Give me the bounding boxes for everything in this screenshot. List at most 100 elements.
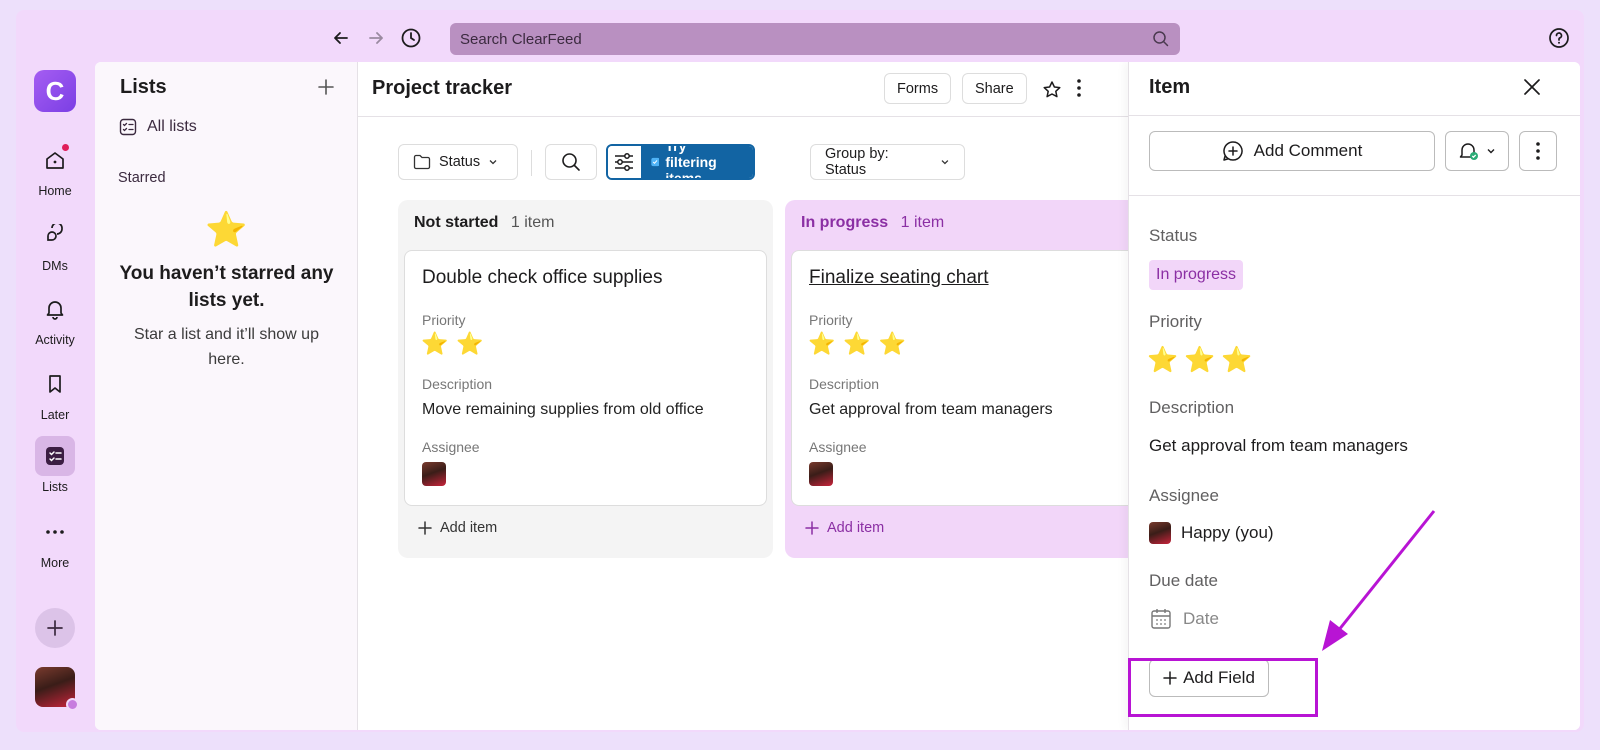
description-label: Description: [1149, 398, 1235, 417]
notification-settings-button[interactable]: [1445, 131, 1509, 171]
rail-item-lists[interactable]: Lists: [16, 436, 94, 494]
search-bar[interactable]: Search ClearFeed: [450, 23, 1180, 55]
back-arrow-icon[interactable]: [329, 26, 353, 50]
top-bar: Search ClearFeed: [0, 0, 1600, 60]
priority-stars: ⭐⭐: [421, 331, 492, 356]
history-clock-icon[interactable]: [399, 26, 423, 50]
description-value: Get approval from team managers: [809, 401, 1053, 418]
add-field-label: Add Field: [1183, 668, 1255, 687]
pane-divider: [1129, 195, 1580, 196]
item-card[interactable]: Finalize seating chart Priority ⭐⭐⭐ Desc…: [791, 250, 1151, 506]
board-area: Project tracker Forms Share Status Try f…: [358, 62, 1151, 730]
help-icon[interactable]: [1548, 27, 1570, 54]
rail-label-home: Home: [38, 184, 72, 198]
chevron-down-icon: [941, 160, 949, 165]
sliders-icon: [615, 153, 634, 171]
pane-divider: [1129, 115, 1580, 116]
assignee-field[interactable]: Happy (you): [1149, 522, 1274, 544]
rail-item-dms[interactable]: DMs: [16, 215, 94, 273]
status-badge[interactable]: In progress: [1149, 260, 1244, 290]
card-title: Finalize seating chart: [809, 267, 989, 288]
plus-icon: [318, 79, 334, 95]
priority-label: Priority: [422, 312, 466, 328]
more-options-button[interactable]: [1519, 131, 1557, 171]
item-card[interactable]: Double check office supplies Priority ⭐⭐…: [404, 250, 767, 506]
main-panel: Lists All lists Starred ⭐ You haven’t st…: [95, 62, 1580, 730]
lists-title: Lists: [120, 76, 167, 98]
add-item-button[interactable]: Add item: [805, 520, 884, 536]
create-new-button[interactable]: [35, 608, 75, 648]
try-filtering-label: Try filtering items: [665, 144, 717, 180]
due-date-field[interactable]: Date: [1149, 607, 1219, 631]
rail-item-home[interactable]: Home: [16, 140, 94, 198]
sparkle-filter-icon: [650, 157, 660, 167]
rail-label-later: Later: [40, 408, 70, 422]
share-button[interactable]: Share: [962, 73, 1027, 104]
priority-stars[interactable]: ⭐⭐⭐: [1147, 346, 1258, 375]
notification-dot: [62, 144, 69, 151]
forms-button[interactable]: Forms: [884, 73, 952, 104]
column-header: In progress 1 item: [801, 214, 944, 232]
new-list-button[interactable]: [317, 72, 335, 103]
search-placeholder: Search ClearFeed: [460, 30, 582, 48]
rail-item-activity[interactable]: Activity: [16, 289, 94, 347]
due-date-label: Due date: [1149, 571, 1218, 590]
empty-state-subtitle: Star a list and it’ll show up here.: [134, 326, 319, 368]
lists-sidebar: Lists All lists Starred ⭐ You haven’t st…: [95, 62, 358, 730]
description-value: Move remaining supplies from old office: [422, 401, 704, 418]
dms-icon: [35, 215, 75, 255]
bell-check-icon: [1459, 143, 1478, 160]
group-by-button[interactable]: Group by: Status: [810, 144, 965, 180]
lists-icon: [35, 436, 75, 476]
empty-state-title: You haven’t starred any lists yet.: [119, 263, 334, 311]
assignee-label: Assignee: [1149, 486, 1219, 505]
filter-toggle-group: Try filtering items: [606, 144, 756, 180]
kebab-menu-icon: [1536, 142, 1540, 160]
rail-item-later[interactable]: Later: [16, 364, 94, 422]
search-icon: [562, 153, 580, 171]
page-title: Project tracker: [372, 77, 513, 99]
bell-icon: [35, 289, 75, 329]
list-checklist-icon: [119, 118, 137, 136]
status-label: Status: [1149, 226, 1198, 245]
try-filtering-button[interactable]: Try filtering items: [640, 144, 754, 180]
status-filter-label: Status: [439, 154, 481, 170]
all-lists-label: All lists: [147, 118, 197, 135]
column-not-started: Not started 1 item Double check office s…: [398, 200, 773, 558]
status-filter-button[interactable]: Status: [398, 144, 518, 180]
search-items-button[interactable]: [545, 144, 597, 180]
plus-icon: [418, 521, 432, 535]
user-avatar[interactable]: [35, 667, 79, 711]
bookmark-icon: [35, 364, 75, 404]
add-comment-button[interactable]: Add Comment: [1149, 131, 1435, 171]
add-field-button[interactable]: Add Field: [1149, 659, 1269, 697]
column-count: 1 item: [510, 214, 555, 231]
add-comment-icon: [1222, 141, 1243, 161]
more-dots-icon: [35, 512, 75, 552]
all-lists-link[interactable]: All lists: [119, 118, 197, 136]
description-value[interactable]: Get approval from team managers: [1149, 436, 1408, 456]
add-item-button[interactable]: Add item: [418, 520, 497, 536]
search-icon: [1152, 30, 1170, 52]
rail-label-more: More: [40, 556, 70, 570]
description-label: Description: [809, 376, 880, 392]
add-item-label: Add item: [827, 520, 885, 536]
workspace-logo[interactable]: C: [34, 70, 76, 112]
priority-label: Priority: [1149, 312, 1202, 331]
assignee-avatar: [1149, 522, 1171, 544]
star-outline-icon[interactable]: [1042, 80, 1062, 105]
calendar-icon: [1151, 609, 1171, 629]
forward-arrow-icon[interactable]: [364, 26, 388, 50]
rail-item-more[interactable]: More: [16, 512, 94, 570]
add-comment-label: Add Comment: [1253, 141, 1363, 160]
filter-sliders-button[interactable]: [608, 146, 641, 178]
priority-label: Priority: [809, 312, 853, 328]
home-icon: [35, 140, 75, 180]
presence-status-dot: [66, 698, 79, 711]
chevron-down-icon: [489, 160, 497, 165]
close-icon[interactable]: [1523, 78, 1541, 101]
due-date-placeholder: Date: [1183, 609, 1219, 628]
kebab-menu-icon[interactable]: [1076, 78, 1082, 103]
plus-icon: [47, 620, 63, 636]
column-name: Not started: [414, 214, 499, 231]
